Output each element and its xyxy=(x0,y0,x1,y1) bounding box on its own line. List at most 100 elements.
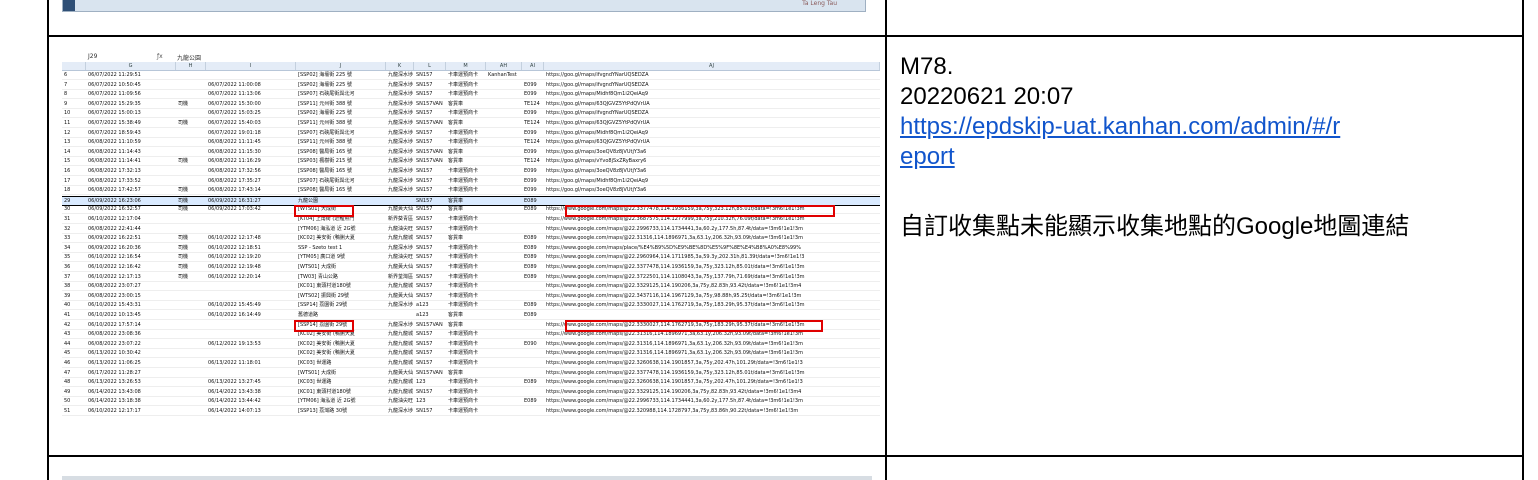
cell-m: 卡車運預商卡 xyxy=(448,350,479,357)
cell-ai: E089 xyxy=(524,264,537,270)
cell-ai: E089 xyxy=(524,312,537,318)
cell-g: 06/10/2022 12:16:42 xyxy=(88,264,141,270)
cell-k: 九龍深水埗 xyxy=(388,129,414,136)
table-row: 14 06/08/2022 11:14:43 06/08/2022 11:15:30… xyxy=(62,148,880,157)
cell-k: 九龍深水埗 xyxy=(388,139,414,146)
cell-l: SN157 xyxy=(416,110,433,117)
cell-aj: https://goo.gl/maps/Midhf8Qm1i2QeiAq9 xyxy=(546,177,648,184)
cell-rn: 33 xyxy=(64,235,71,242)
cell-i: 06/07/2022 15:30:00 xyxy=(208,100,261,107)
cell-m: 卡車運預商卡 xyxy=(448,331,479,338)
table-row: 17 06/08/2022 17:33:52 06/08/2022 17:35:27… xyxy=(62,177,880,186)
cell-j: [KC01] 東頭村道180號 xyxy=(298,388,351,395)
cell-m: 客貨車 xyxy=(448,148,464,155)
table-row: 49 06/14/2022 13:43:08 06/14/2022 13:43:38… xyxy=(62,388,880,397)
cell-m: 卡車運預商卡 xyxy=(448,177,479,184)
cell-l: SN157VAN xyxy=(416,321,443,328)
cell-l: SN157 xyxy=(416,408,433,414)
cell-aj: https://www.google.com/maps/@22.3377478,… xyxy=(546,369,805,376)
cell-l: SN157 xyxy=(416,350,433,357)
cell-rn: 50 xyxy=(64,398,71,405)
cell-rn: 51 xyxy=(64,408,71,414)
table-row: 8 06/07/2022 11:09:56 06/07/2022 11:13:06 [… xyxy=(62,90,880,100)
cell-rn: 42 xyxy=(64,321,71,328)
cell-aj: https://www.google.com/maps/@22.3377478,… xyxy=(546,264,805,270)
cell-rn: 29 xyxy=(64,197,71,204)
cell-ai: E089 xyxy=(524,206,537,213)
highlight-box-location-2 xyxy=(294,320,354,332)
cell-k: 九龍九龍城 xyxy=(388,360,414,366)
cell-g: 06/08/2022 23:00:15 xyxy=(88,292,141,299)
cell-l: SN157 xyxy=(416,81,433,88)
report-link[interactable]: https://epdskip-uat.kanhan.com/admin/#/r… xyxy=(900,113,1340,170)
cell-rn: 13 xyxy=(64,139,71,146)
cell-i: 06/10/2022 15:45:49 xyxy=(208,302,261,309)
cell-g: 06/14/2022 13:43:08 xyxy=(88,388,141,395)
column-header: H xyxy=(176,62,206,70)
cell-m: 卡車運預商卡 xyxy=(448,292,479,299)
cell-rn: 46 xyxy=(64,360,71,366)
cell-k: 九龍九龍城 xyxy=(388,379,414,386)
cell-l: SN157 xyxy=(416,168,433,174)
cell-m: 卡車運預商卡 xyxy=(448,398,479,405)
cell-m: 卡車運預商卡 xyxy=(448,302,479,309)
cell-l: SN157 xyxy=(416,91,433,98)
cell-k: 九龍黃大仙 xyxy=(388,369,414,376)
cell-rn: 11 xyxy=(64,120,71,126)
cell-i: 06/10/2022 12:18:51 xyxy=(208,244,261,251)
cell-l: SN157 xyxy=(416,187,433,194)
cell-m: 客貨車 xyxy=(448,100,464,107)
cell-j: [SSP13] 荔灣路 30號 xyxy=(298,408,348,414)
table-row: 41 06/10/2022 10:13:45 06/10/2022 16:14:49… xyxy=(62,311,880,320)
cell-i: 06/14/2022 14:07:13 xyxy=(208,408,261,414)
cell-k: 九龍深水埗 xyxy=(388,72,414,78)
cell-ai: TE124 xyxy=(524,158,540,165)
table-border-right xyxy=(1522,0,1524,480)
table-row: 36 06/10/2022 12:16:42 司機 06/10/2022 12:19:… xyxy=(62,263,880,272)
cell-m: 卡車運預商卡 xyxy=(448,72,479,78)
cell-h: 司機 xyxy=(178,197,189,204)
column-header xyxy=(62,62,86,70)
cell-i: 06/14/2022 13:44:42 xyxy=(208,398,261,405)
cell-l: SN157 xyxy=(416,129,433,136)
cell-g: 06/10/2022 17:57:14 xyxy=(88,321,141,328)
cell-j: [SSP07] 石硤尾街與北河 xyxy=(298,91,355,98)
cell-rn: 7 xyxy=(64,81,68,88)
cell-reference: J29 xyxy=(88,53,98,60)
cell-j: [WTS02] 振興街 29號 xyxy=(298,292,349,299)
cell-aj: https://goo.gl/maps/ifvgndYNarUQSEDZA xyxy=(546,72,649,78)
cell-g: 06/08/2022 11:14:43 xyxy=(88,148,141,155)
table-row: 10 06/07/2022 15:00:13 06/07/2022 15:03:25… xyxy=(62,109,880,119)
cell-rn: 44 xyxy=(64,340,71,347)
cell-l: SN157 xyxy=(416,254,433,261)
cell-rn: 16 xyxy=(64,168,71,174)
cell-m: 卡車運預商卡 xyxy=(448,139,479,146)
cell-j: [YTM06] 海泓道 近 2G號 xyxy=(298,398,356,405)
cell-m: 卡車運預商卡 xyxy=(448,254,479,261)
cell-l: SN157VAN xyxy=(416,100,443,107)
cell-j: SSP - Szeto test 1 xyxy=(298,244,343,251)
cell-h: 司機 xyxy=(178,158,189,165)
cell-g: 06/09/2022 16:32:57 xyxy=(88,206,141,213)
cell-g: 06/10/2022 15:43:31 xyxy=(88,302,141,309)
cell-l: 123 xyxy=(416,379,426,386)
cell-i: 06/07/2022 11:13:06 xyxy=(208,91,261,98)
cell-l: SN157 xyxy=(416,216,433,222)
cell-l: SN157VAN xyxy=(416,148,443,155)
cell-aj: https://www.google.com/maps/@22.31316,11… xyxy=(546,350,803,357)
cell-ai: E089 xyxy=(524,379,537,386)
cell-m: 卡車運預商卡 xyxy=(448,168,479,174)
spreadsheet-screenshot: J29 ƒx 九龍公園 G H I J K L M AH AI AJ 6 06/0… xyxy=(62,52,880,439)
cell-aj: https://goo.gl/maps/3oeQV8z8jVUtjY3a6 xyxy=(546,168,647,174)
issue-datetime: 20220621 20:07 xyxy=(900,83,1074,110)
cell-j: 舊德道路 xyxy=(298,312,319,318)
cell-i: 06/13/2022 11:18:01 xyxy=(208,360,261,366)
cell-aj: https://www.google.com/maps/@22.31316,11… xyxy=(546,340,803,347)
cell-m: 卡車運預商卡 xyxy=(448,388,479,395)
cell-g: 06/08/2022 23:07:27 xyxy=(88,283,141,290)
cell-rn: 34 xyxy=(64,244,71,251)
map-screenshot: Ta Leng Tau xyxy=(62,0,866,12)
cell-i: 06/10/2022 16:14:49 xyxy=(208,312,261,318)
table-row: 9 06/07/2022 15:29:35 司機 06/07/2022 15:30:0… xyxy=(62,100,880,109)
cell-ai: TE124 xyxy=(524,139,540,146)
